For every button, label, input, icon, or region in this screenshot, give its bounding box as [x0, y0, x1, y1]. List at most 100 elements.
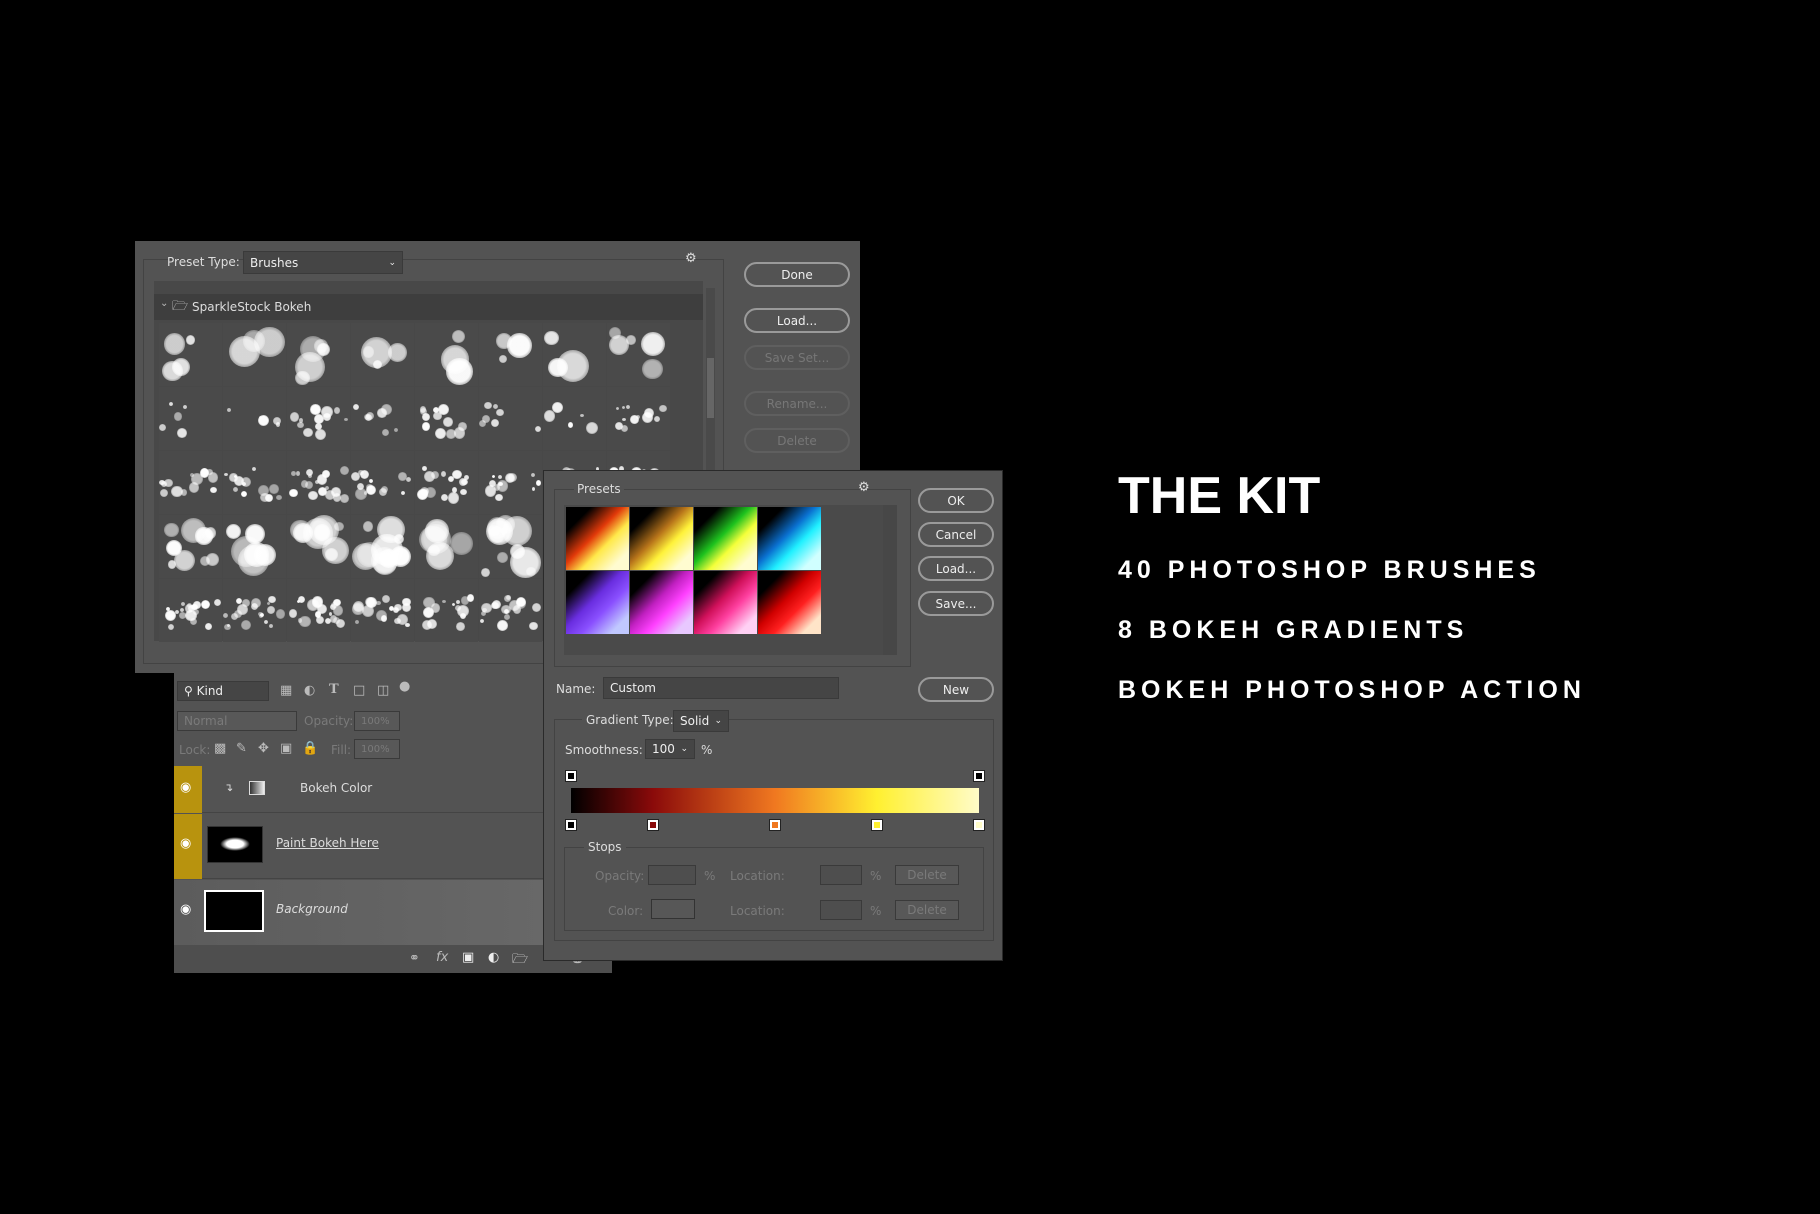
smart-object-filter-icon[interactable]: ◫	[377, 683, 389, 698]
link-icon[interactable]: ⚭	[409, 951, 420, 966]
gradient-bar[interactable]	[571, 788, 979, 813]
save-set-button[interactable]: Save Set...	[744, 345, 850, 370]
brush-preset[interactable]	[223, 451, 286, 514]
brush-preset[interactable]	[287, 387, 350, 450]
brush-preset[interactable]	[543, 387, 606, 450]
brush-preset[interactable]	[479, 323, 542, 386]
brush-preset[interactable]	[351, 451, 414, 514]
gradient-preset-swatch[interactable]	[630, 571, 693, 634]
filter-toggle-icon[interactable]: ●	[399, 679, 410, 694]
gradient-type-select[interactable]: Solid ⌄	[673, 710, 729, 732]
gradient-preset-swatch[interactable]	[758, 571, 821, 634]
opacity-location-input[interactable]	[820, 865, 862, 885]
lock-move-icon[interactable]: ✥	[258, 741, 269, 756]
gradient-preset-swatch[interactable]	[566, 571, 629, 634]
brush-preset[interactable]	[607, 387, 670, 450]
lock-artboard-icon[interactable]: ▣	[280, 741, 292, 756]
type-filter-icon[interactable]: T	[329, 682, 339, 697]
brush-preset[interactable]	[287, 579, 350, 642]
gear-icon[interactable]: ⚙	[685, 251, 697, 266]
brush-preset[interactable]	[415, 387, 478, 450]
opacity-input[interactable]: 100%	[354, 711, 400, 731]
delete-opacity-stop-button[interactable]: Delete	[895, 865, 959, 885]
smoothness-input[interactable]: 100 ⌄	[645, 739, 695, 759]
color-stop[interactable]	[769, 819, 781, 831]
fx-icon[interactable]: fx	[436, 950, 448, 965]
name-input[interactable]: Custom	[603, 677, 839, 699]
brush-preset[interactable]	[287, 323, 350, 386]
lock-all-icon[interactable]: 🔒	[302, 741, 318, 756]
eye-icon[interactable]: ◉	[180, 902, 191, 917]
gradient-preset-swatch[interactable]	[630, 507, 693, 570]
adjustment-filter-icon[interactable]: ◐	[304, 683, 315, 698]
brush-preset[interactable]	[223, 323, 286, 386]
scrollbar[interactable]	[883, 505, 897, 655]
gradient-preset-swatch[interactable]	[694, 507, 757, 570]
color-stop[interactable]	[646, 819, 659, 831]
opacity-stop[interactable]	[973, 770, 985, 782]
brush-preset[interactable]	[159, 579, 222, 642]
save-button[interactable]: Save...	[918, 591, 994, 616]
brush-preset[interactable]	[287, 451, 350, 514]
preset-type-select[interactable]: Brushes ⌄	[243, 251, 403, 274]
brush-preset[interactable]	[159, 387, 222, 450]
brush-preset[interactable]	[223, 387, 286, 450]
image-filter-icon[interactable]: ▦	[280, 683, 292, 698]
delete-color-stop-button[interactable]: Delete	[895, 900, 959, 920]
layer-name[interactable]: Bokeh Color	[300, 781, 372, 795]
rename-button[interactable]: Rename...	[744, 391, 850, 416]
brush-preset[interactable]	[223, 579, 286, 642]
brush-preset[interactable]	[223, 515, 286, 578]
filter-kind-select[interactable]: ⚲ Kind	[177, 681, 269, 701]
brush-preset[interactable]	[159, 323, 222, 386]
brush-preset[interactable]	[415, 323, 478, 386]
lock-paint-icon[interactable]: ✎	[236, 741, 247, 756]
color-location-input[interactable]	[820, 900, 862, 920]
adjustment-layer-icon[interactable]: ◐	[488, 950, 499, 965]
brush-preset[interactable]	[479, 579, 542, 642]
color-stop[interactable]	[565, 819, 577, 831]
folder-row[interactable]: ⌄ 🗁 SparkleStock Bokeh	[154, 294, 703, 320]
fill-input[interactable]: 100%	[354, 739, 400, 759]
brush-preset[interactable]	[479, 387, 542, 450]
gear-icon[interactable]: ⚙	[858, 480, 870, 495]
brush-preset[interactable]	[159, 515, 222, 578]
brush-preset[interactable]	[351, 579, 414, 642]
ok-button[interactable]: OK	[918, 488, 994, 513]
eye-icon[interactable]: ◉	[180, 780, 191, 795]
layer-name[interactable]: Paint Bokeh Here	[276, 836, 379, 850]
brush-preset[interactable]	[415, 579, 478, 642]
eye-icon[interactable]: ◉	[180, 836, 191, 851]
stop-color-swatch[interactable]	[651, 899, 695, 919]
delete-button[interactable]: Delete	[744, 428, 850, 453]
brush-preset[interactable]	[415, 451, 478, 514]
shape-filter-icon[interactable]: □	[353, 683, 365, 698]
lock-transparency-icon[interactable]: ▩	[214, 741, 226, 756]
brush-preset[interactable]	[159, 451, 222, 514]
gradient-preset-swatch[interactable]	[566, 507, 629, 570]
chevron-down-icon[interactable]: ⌄	[160, 298, 168, 309]
done-button[interactable]: Done	[744, 262, 850, 287]
brush-preset[interactable]	[543, 323, 606, 386]
brush-preset[interactable]	[351, 515, 414, 578]
visibility-toggle[interactable]: ◉	[174, 766, 202, 813]
layer-name[interactable]: Background	[276, 902, 348, 916]
color-stop[interactable]	[973, 819, 985, 831]
load-button[interactable]: Load...	[744, 308, 850, 333]
opacity-stop[interactable]	[565, 770, 577, 782]
brush-preset[interactable]	[351, 387, 414, 450]
folder-icon[interactable]: 🗁	[512, 950, 528, 972]
mask-icon[interactable]: ▣	[462, 950, 474, 965]
brush-preset[interactable]	[479, 515, 542, 578]
new-button[interactable]: New	[918, 677, 994, 702]
load-button[interactable]: Load...	[918, 556, 994, 581]
visibility-toggle[interactable]: ◉	[174, 814, 202, 879]
chevron-down-icon[interactable]: ⌄	[680, 744, 688, 754]
gradient-preset-swatch[interactable]	[758, 507, 821, 570]
brush-preset[interactable]	[607, 323, 670, 386]
blend-mode-select[interactable]: Normal	[177, 711, 297, 731]
brush-preset[interactable]	[351, 323, 414, 386]
brush-preset[interactable]	[415, 515, 478, 578]
color-stop[interactable]	[871, 819, 883, 831]
cancel-button[interactable]: Cancel	[918, 522, 994, 547]
